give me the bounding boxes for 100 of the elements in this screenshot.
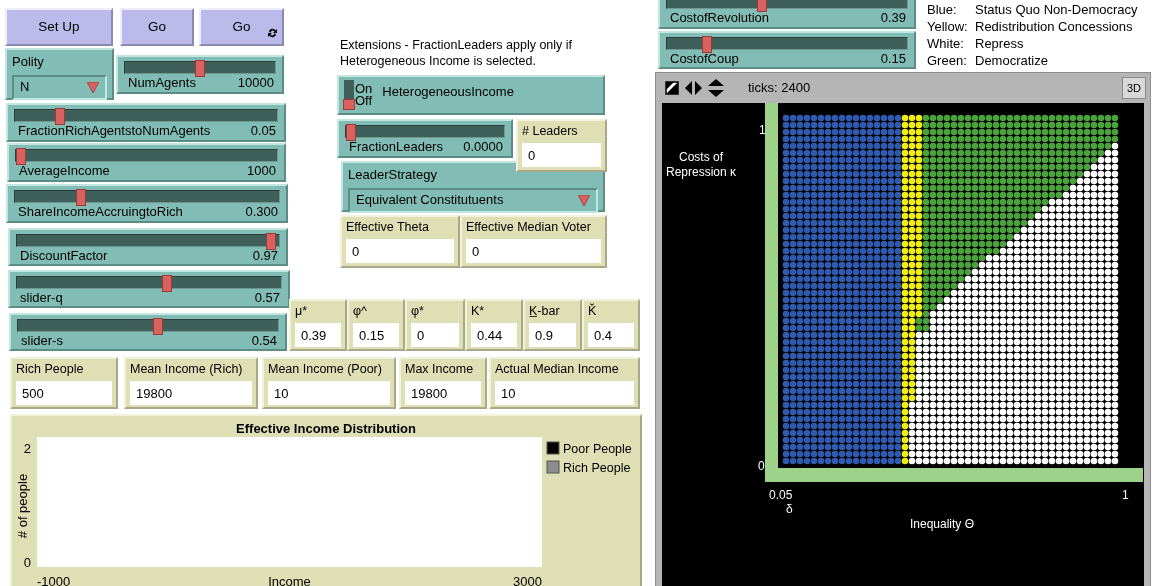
- slider-track[interactable]: [124, 61, 276, 74]
- slider-track[interactable]: [345, 125, 505, 138]
- monitor-value: 0.4: [588, 322, 634, 347]
- 3d-button[interactable]: 3D: [1121, 76, 1146, 100]
- slider-label: DiscountFactor: [20, 248, 108, 263]
- world-label: 1: [1122, 487, 1129, 504]
- legend-text: Redistribution Concessions: [975, 18, 1133, 35]
- note-text: Extensions - FractionLeaders apply only if Heterogeneous Income is selected.: [340, 37, 574, 70]
- world-label: Inequality Θ: [910, 516, 975, 533]
- slider-label: slider-s: [21, 333, 63, 348]
- slider-thumb[interactable]: [153, 318, 163, 335]
- slider-thumb[interactable]: [16, 148, 26, 165]
- left-right-arrows-icon[interactable]: [685, 81, 702, 95]
- monitor-label: Effective Median Voter: [466, 219, 592, 236]
- legend-key: Green:: [927, 52, 975, 69]
- slider-label: CostofCoup: [670, 51, 739, 66]
- slider-label: FractionLeaders: [349, 139, 443, 154]
- forever-button[interactable]: Go: [199, 8, 284, 46]
- chart-title: Effective Income Distribution: [236, 421, 416, 436]
- monitor-value: 10: [495, 380, 634, 405]
- slider-thumb[interactable]: [756, 0, 767, 12]
- on-label: On: [355, 83, 373, 95]
- dropdown[interactable]: Equivalent Constitutuents: [348, 187, 598, 213]
- axis-max-label: 3000: [513, 574, 542, 586]
- monitor-value: 0: [346, 238, 454, 263]
- monitor-label: Max Income: [405, 361, 475, 378]
- monitor-label: K̲-bar: [529, 303, 561, 320]
- world-label: 0: [758, 458, 765, 475]
- monitor-label: Ǩ: [588, 302, 598, 320]
- monitor-label: K*: [471, 303, 486, 320]
- legend-text: Repress: [975, 35, 1024, 52]
- chooser-label: LeaderStrategy: [347, 166, 437, 184]
- slider-track[interactable]: [666, 37, 908, 50]
- monitor-label: Actual Median Income: [495, 361, 620, 378]
- slider-thumb[interactable]: [75, 189, 86, 206]
- legend-label: Rich People: [563, 461, 631, 475]
- slider-label: CostofRevolution: [670, 10, 769, 25]
- slider-label: FractionRichAgentstoNumAgents: [18, 123, 211, 138]
- switch-label: HeterogeneousIncome: [382, 83, 514, 102]
- slider-value: 0.05: [250, 123, 276, 138]
- ticks-counter: ticks: 2400: [748, 79, 811, 98]
- axis-title: # of people: [15, 473, 30, 539]
- legend-text: Status Quo Non-Democracy: [975, 1, 1138, 18]
- slider-value: 0.300: [245, 204, 278, 219]
- slider-value: 0.39: [880, 10, 906, 25]
- axis-min-label: 0: [23, 555, 31, 570]
- caret-icon: [578, 194, 590, 206]
- off-label: Off: [355, 95, 373, 107]
- slider-value: 0.54: [251, 333, 277, 348]
- monitor-label: # Leaders: [522, 123, 579, 140]
- world-label: δ: [786, 501, 793, 518]
- slider-label: slider-q: [20, 290, 63, 305]
- slider-value: 1000: [247, 163, 276, 178]
- slider-value: 0.97: [252, 248, 278, 263]
- monitor-value: 0.39: [295, 322, 341, 347]
- chooser-label: Polity: [11, 53, 44, 71]
- monitor-value: 19800: [130, 380, 252, 405]
- monitor-label: Effective Theta: [346, 219, 430, 236]
- legend-key: Blue:: [927, 1, 975, 18]
- slider-label: AverageIncome: [19, 163, 110, 178]
- toggle-switch[interactable]: [344, 80, 354, 110]
- world-label: 0.05: [769, 487, 793, 504]
- up-down-arrows-icon[interactable]: [708, 79, 724, 97]
- slider-track[interactable]: [17, 319, 279, 332]
- monitor-value: 0.15: [353, 322, 399, 347]
- slider-thumb[interactable]: [55, 108, 66, 125]
- legend-key: White:: [927, 35, 975, 52]
- slider-track[interactable]: [14, 109, 278, 122]
- monitor-value: 0: [522, 142, 601, 167]
- monitor-value: 19800: [405, 380, 481, 405]
- legend-key: Yellow:: [927, 18, 975, 35]
- monitor-label: Mean Income (Poor): [268, 361, 383, 378]
- slider-thumb[interactable]: [266, 233, 277, 250]
- slider-track[interactable]: [15, 149, 278, 162]
- slider-thumb[interactable]: [701, 36, 712, 53]
- diagonal-square-icon[interactable]: [665, 81, 679, 95]
- slider-value: 10000: [237, 75, 274, 90]
- monitor-label: φ^: [353, 303, 368, 320]
- slider-value: 0.15: [880, 51, 906, 66]
- slider-track[interactable]: [14, 190, 280, 203]
- monitor-value: 0.9: [529, 322, 576, 347]
- world-label: Costs of Repression κ: [665, 150, 737, 180]
- command-button[interactable]: Go: [120, 8, 194, 46]
- slider-thumb[interactable]: [195, 60, 205, 77]
- caret-icon: [87, 81, 99, 93]
- slider-label: NumAgents: [128, 75, 196, 90]
- axis-max-label: 2: [23, 441, 31, 456]
- slider-thumb[interactable]: [346, 124, 356, 141]
- dropdown[interactable]: N: [12, 74, 107, 100]
- monitor-label: Rich People: [16, 361, 85, 378]
- slider-label: ShareIncomeAccruingtoRich: [18, 204, 183, 219]
- slider-track[interactable]: [16, 276, 282, 289]
- axis-title: Income: [268, 574, 311, 586]
- axis-min-label: -1000: [37, 574, 71, 586]
- monitor-label: Mean Income (Rich): [130, 361, 244, 378]
- monitor-value: 500: [16, 380, 112, 405]
- slider-thumb[interactable]: [161, 275, 172, 292]
- slider-track[interactable]: [16, 234, 280, 247]
- command-button[interactable]: Set Up: [5, 8, 113, 46]
- legend-label: Poor People: [563, 442, 632, 456]
